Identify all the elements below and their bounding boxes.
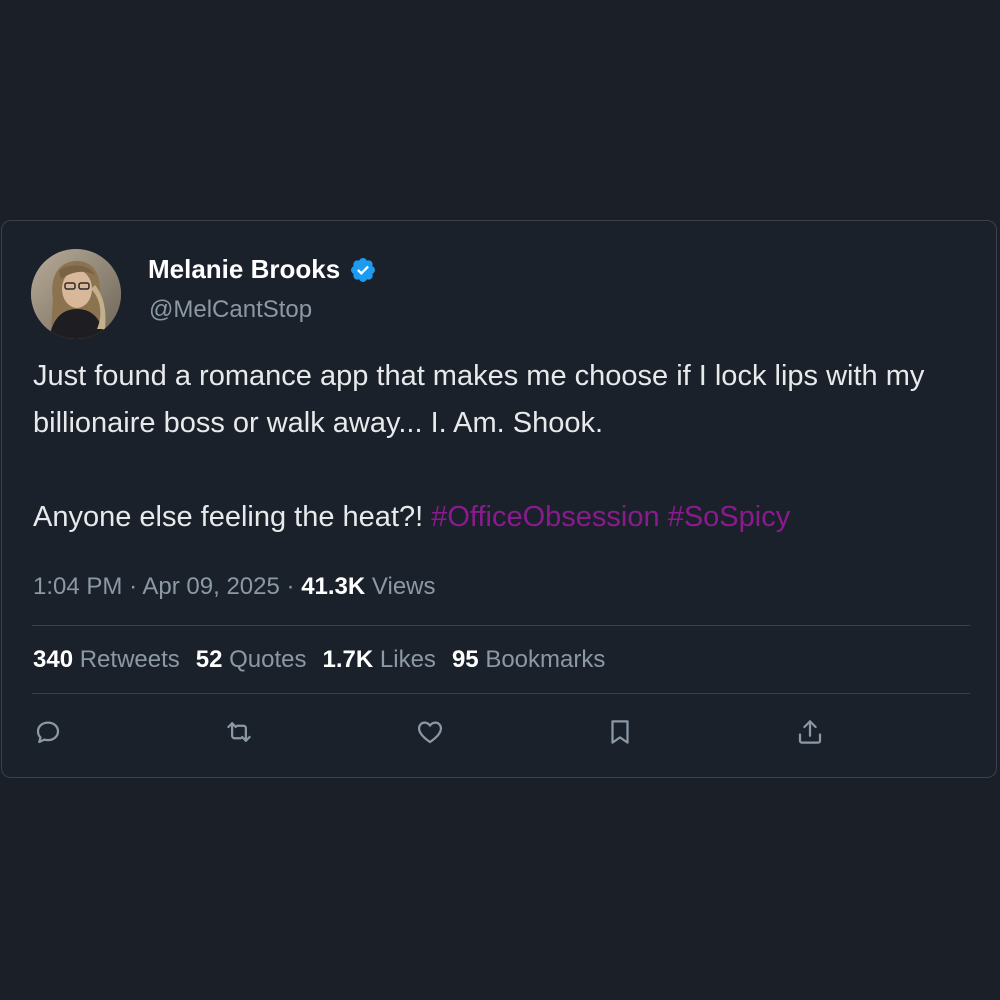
likes-count: 1.7K (322, 646, 374, 673)
bookmark-button[interactable] (604, 718, 636, 750)
share-icon (795, 717, 825, 752)
reply-icon (33, 717, 63, 752)
tweet-text: Just found a romance app that makes me c… (33, 353, 973, 541)
engagement-stats: 340 Retweets 52 Quotes 1.7K Likes 95 Boo… (33, 646, 605, 674)
hashtag-link[interactable]: #OfficeObsession (431, 501, 659, 533)
views-label: Views (371, 573, 436, 600)
bookmarks-count: 95 (451, 646, 479, 673)
bookmarks-label: Bookmarks (485, 646, 606, 673)
divider (32, 625, 970, 626)
tweet-text-line: Anyone else feeling the heat?! #OfficeOb… (33, 494, 973, 541)
retweets-label: Retweets (79, 646, 180, 673)
divider (32, 693, 970, 694)
handle[interactable]: @MelCantStop (149, 296, 312, 324)
tweet-text-prefix: Anyone else feeling the heat?! (33, 501, 432, 533)
views-count: 41.3K (301, 573, 366, 600)
bookmarks-stat[interactable]: 95 Bookmarks (452, 646, 605, 674)
tweet-time[interactable]: 1:04 PM (33, 573, 122, 600)
separator: · (129, 573, 143, 600)
likes-label: Likes (379, 646, 436, 673)
retweets-stat[interactable]: 340 Retweets (33, 646, 180, 674)
retweet-icon (224, 717, 254, 752)
reply-button[interactable] (32, 718, 64, 750)
action-bar (2, 718, 996, 750)
share-button[interactable] (794, 718, 826, 750)
retweet-button[interactable] (223, 718, 255, 750)
display-name-row[interactable]: Melanie Brooks (148, 254, 377, 285)
separator: · (286, 573, 302, 600)
bookmark-icon (605, 717, 635, 752)
avatar[interactable] (31, 249, 121, 339)
tweet-meta: 1:04 PM · Apr 09, 2025 · 41.3K Views (33, 573, 436, 601)
likes-stat[interactable]: 1.7K Likes (323, 646, 436, 674)
like-icon (415, 717, 445, 752)
avatar-photo (31, 249, 121, 339)
quotes-label: Quotes (229, 646, 307, 673)
tweet-date[interactable]: Apr 09, 2025 (142, 573, 279, 600)
quotes-count: 52 (195, 646, 223, 673)
tweet-card: Melanie Brooks @MelCantStop Just found a… (1, 220, 997, 778)
like-button[interactable] (414, 718, 446, 750)
display-name[interactable]: Melanie Brooks (148, 254, 340, 285)
quotes-stat[interactable]: 52 Quotes (196, 646, 307, 674)
verified-badge-icon (349, 256, 377, 284)
hashtag-link[interactable]: #SoSpicy (668, 501, 791, 533)
retweets-count: 340 (33, 646, 74, 673)
tweet-text-line: Just found a romance app that makes me c… (33, 360, 925, 439)
